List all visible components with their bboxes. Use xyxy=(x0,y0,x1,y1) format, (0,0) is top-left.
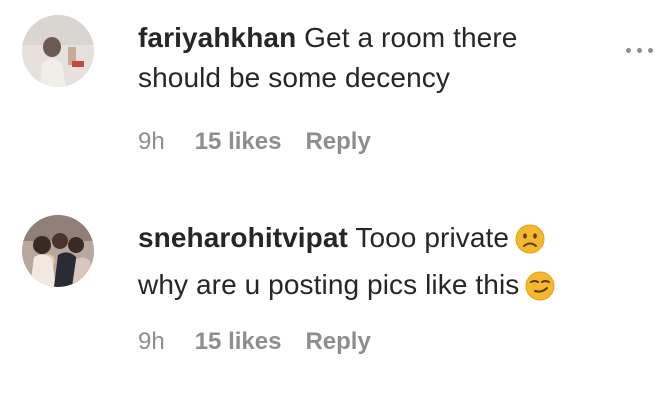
comment-body-part2: why are u posting pics like this xyxy=(138,269,520,300)
comment-meta: 9h 15 likes Reply xyxy=(138,328,395,356)
more-options-icon[interactable] xyxy=(624,45,658,55)
comment-time: 9h xyxy=(138,328,165,355)
slightly-frowning-face-emoji-icon xyxy=(515,224,545,265)
comment-likes[interactable]: 15 likes xyxy=(195,128,282,155)
profile-photo-avatar-icon xyxy=(22,215,94,287)
comment-text: fariyahkhan Get a room there should be s… xyxy=(138,18,608,98)
comment-text: sneharohitvipat Tooo private why are u p… xyxy=(138,218,608,312)
avatar[interactable] xyxy=(22,215,94,287)
comment-username[interactable]: sneharohitvipat xyxy=(138,222,348,253)
comment-body-part1: Tooo private xyxy=(355,222,510,253)
reply-button[interactable]: Reply xyxy=(305,328,370,355)
profile-photo-avatar-icon xyxy=(22,15,94,87)
avatar[interactable] xyxy=(22,15,94,87)
reply-button[interactable]: Reply xyxy=(305,128,370,155)
comment-likes[interactable]: 15 likes xyxy=(195,328,282,355)
comment-meta: 9h 15 likes Reply xyxy=(138,128,395,156)
comment-time: 9h xyxy=(138,128,165,155)
smirking-face-emoji-icon xyxy=(525,271,555,312)
comment-username[interactable]: fariyahkhan xyxy=(138,22,296,53)
